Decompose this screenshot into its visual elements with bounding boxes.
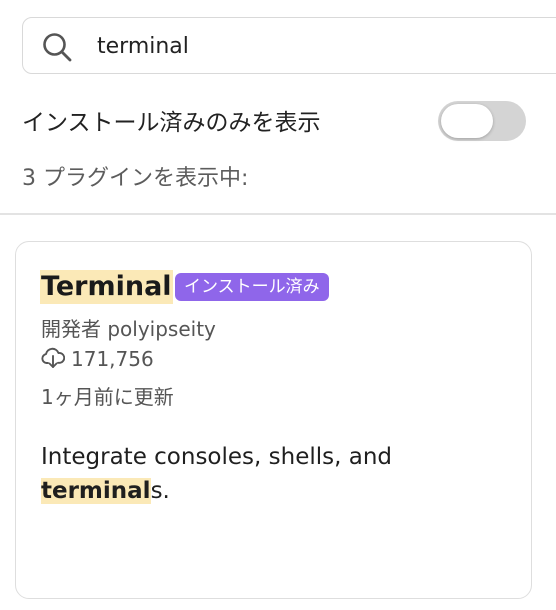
search-icon xyxy=(43,33,72,62)
toggle-knob xyxy=(441,104,493,138)
plugin-author: 開発者 polyipseity xyxy=(41,317,216,341)
installed-only-label: インストール済みのみを表示 xyxy=(22,110,321,136)
plugin-name: Terminal xyxy=(40,270,173,304)
plugin-description: Integrate consoles, shells, and terminal… xyxy=(41,440,501,508)
download-count: 171,756 xyxy=(71,347,154,371)
plugin-downloads: 171,756 xyxy=(41,347,154,371)
installed-badge: インストール済み xyxy=(175,273,329,301)
search-input[interactable] xyxy=(97,30,397,62)
download-cloud-icon xyxy=(41,347,65,368)
description-text: Integrate consoles, shells, and xyxy=(41,444,393,470)
result-count-label: 3 プラグインを表示中: xyxy=(22,166,249,191)
description-suffix: s. xyxy=(150,478,170,504)
installed-only-toggle[interactable] xyxy=(438,101,526,141)
divider xyxy=(0,213,556,215)
description-highlight: terminal xyxy=(41,478,151,504)
plugin-card[interactable]: Terminal インストール済み 開発者 polyipseity 171,75… xyxy=(15,241,532,599)
search-box[interactable] xyxy=(22,17,556,74)
plugin-updated: 1ヶ月前に更新 xyxy=(41,385,174,409)
